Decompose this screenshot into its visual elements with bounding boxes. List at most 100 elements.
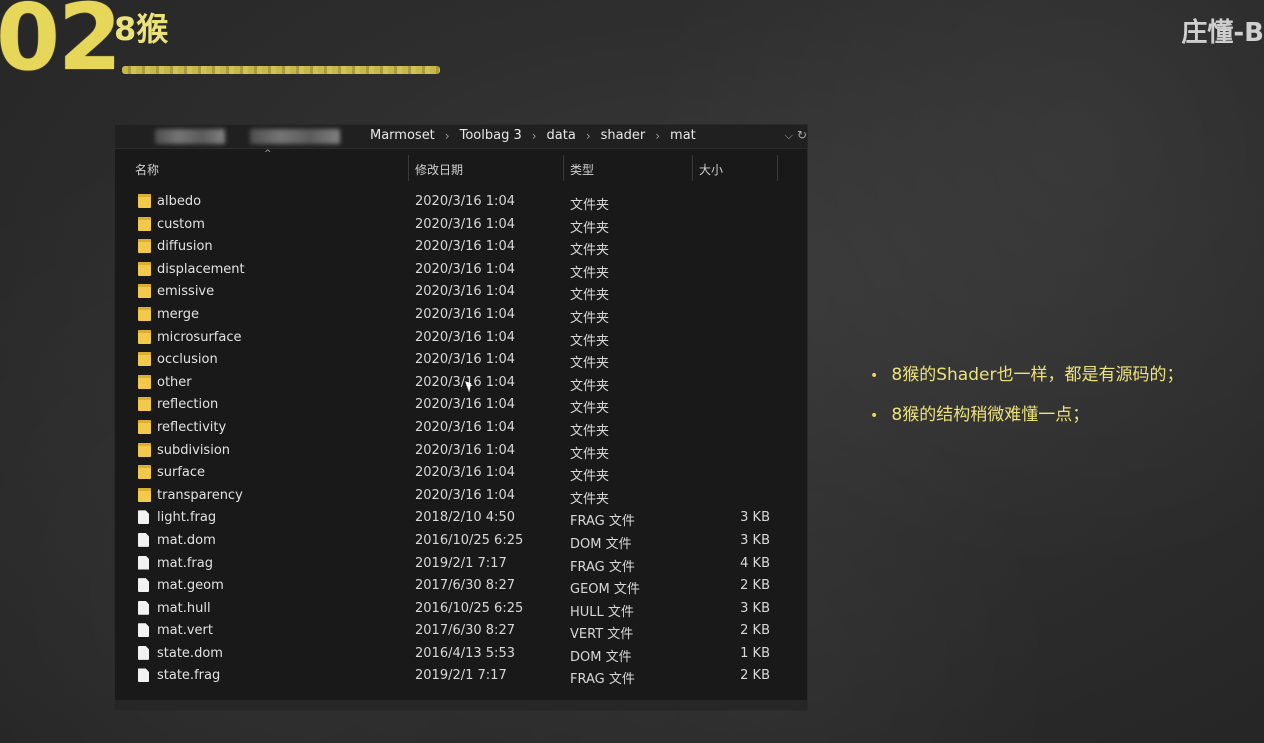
file-type: 文件夹 (570, 423, 610, 439)
file-type: 文件夹 (570, 198, 610, 213)
table-row[interactable]: mat.dom 2016/10/25 6:25 DOM 文件 3 KB (115, 530, 807, 553)
file-size: 2 KB (740, 623, 770, 639)
bullet-list: • 8猴的Shader也一样，都是有源码的； • 8猴的结构稍微难懂一点； (870, 360, 1183, 440)
bullet-item: • 8猴的结构稍微难懂一点； (870, 400, 1183, 440)
address-bar[interactable]: Marmoset › Toolbag 3 › data › shader › m… (115, 125, 807, 149)
folder-icon (138, 306, 151, 321)
table-row[interactable]: custom 2020/3/16 1:04 文件夹 (115, 214, 807, 237)
folder-icon (138, 397, 151, 412)
breadcrumb-mat[interactable]: mat (670, 128, 696, 143)
file-date: 2020/3/16 1:04 (415, 329, 515, 345)
folder-icon (138, 352, 151, 367)
file-icon (138, 578, 149, 593)
file-name: state.dom (157, 645, 223, 661)
file-list: albedo 2020/3/16 1:04 文件夹 custom 2020/3/16 1… (115, 191, 807, 688)
table-row[interactable]: transparency 2020/3/16 1:04 文件夹 (115, 485, 807, 508)
folder-icon (138, 261, 151, 276)
chevron-down-icon[interactable]: ⌵ (785, 129, 793, 143)
table-row[interactable]: state.frag 2019/2/1 7:17 FRAG 文件 2 KB (115, 665, 807, 688)
folder-icon (138, 442, 151, 457)
file-type: 文件夹 (570, 401, 610, 417)
table-row[interactable]: subdivision 2020/3/16 1:04 文件夹 (115, 440, 807, 463)
file-type: 文件夹 (570, 265, 610, 281)
table-row[interactable]: merge 2020/3/16 1:04 文件夹 (115, 304, 807, 327)
table-row[interactable]: mat.geom 2017/6/30 8:27 GEOM 文件 2 KB (115, 575, 807, 598)
chevron-right-icon[interactable]: › (445, 129, 450, 143)
file-date: 2020/3/16 1:04 (415, 284, 515, 300)
chevron-right-icon[interactable]: › (655, 129, 660, 143)
file-name: occlusion (157, 352, 218, 368)
table-row[interactable]: state.dom 2016/4/13 5:53 DOM 文件 1 KB (115, 643, 807, 666)
file-type: 文件夹 (570, 356, 610, 372)
chalk-underline (122, 66, 440, 74)
table-row[interactable]: microsurface 2020/3/16 1:04 文件夹 (115, 327, 807, 350)
file-type: 文件夹 (570, 469, 610, 485)
file-date: 2020/3/16 1:04 (415, 397, 515, 413)
table-row[interactable]: emissive 2020/3/16 1:04 文件夹 (115, 281, 807, 304)
table-row[interactable]: reflection 2020/3/16 1:04 文件夹 (115, 394, 807, 417)
column-divider[interactable] (563, 155, 564, 181)
column-name[interactable]: 名称 (135, 161, 159, 178)
chevron-right-icon[interactable]: › (586, 129, 591, 143)
file-type: 文件夹 (570, 333, 610, 349)
file-icon (138, 600, 149, 615)
column-date[interactable]: 修改日期 (415, 161, 463, 178)
folder-icon (138, 487, 151, 502)
column-divider[interactable] (408, 155, 409, 181)
table-row[interactable]: other 2020/3/16 1:04 文件夹 (115, 372, 807, 395)
file-icon (138, 510, 149, 525)
table-row[interactable]: albedo 2020/3/16 1:04 文件夹 (115, 191, 807, 214)
file-name: mat.vert (157, 623, 213, 639)
table-row[interactable]: displacement 2020/3/16 1:04 文件夹 (115, 259, 807, 282)
column-divider[interactable] (777, 155, 778, 181)
table-row[interactable]: mat.frag 2019/2/1 7:17 FRAG 文件 4 KB (115, 553, 807, 576)
column-type[interactable]: 类型 (570, 161, 594, 178)
breadcrumb-toolbag[interactable]: Toolbag 3 (460, 128, 522, 143)
table-row[interactable]: diffusion 2020/3/16 1:04 文件夹 (115, 236, 807, 259)
refresh-icon[interactable]: ↻ (797, 128, 807, 142)
slide-title: 8猴 (114, 10, 169, 48)
file-name: reflection (157, 397, 219, 413)
column-divider[interactable] (692, 155, 693, 181)
file-date: 2020/3/16 1:04 (415, 239, 515, 255)
file-name: diffusion (157, 239, 213, 255)
bullet-dot-icon: • (870, 368, 879, 384)
file-size: 2 KB (740, 578, 770, 594)
column-size[interactable]: 大小 (699, 161, 723, 178)
author-label: 庄懂-B (1181, 18, 1264, 48)
file-date: 2018/2/10 4:50 (415, 510, 515, 526)
file-date: 2020/3/16 1:04 (415, 442, 515, 458)
table-row[interactable]: occlusion 2020/3/16 1:04 文件夹 (115, 349, 807, 372)
file-type: 文件夹 (570, 288, 610, 304)
file-date: 2020/3/16 1:04 (415, 487, 515, 503)
breadcrumb-shader[interactable]: shader (601, 128, 646, 143)
file-name: surface (157, 465, 206, 481)
file-name: merge (157, 306, 200, 322)
file-icon (138, 555, 149, 570)
file-icon (138, 623, 149, 638)
horizontal-scrollbar[interactable] (115, 700, 807, 710)
table-row[interactable]: light.frag 2018/2/10 4:50 FRAG 文件 3 KB (115, 507, 807, 530)
breadcrumb-marmoset[interactable]: Marmoset (370, 128, 435, 143)
breadcrumb: Marmoset › Toolbag 3 › data › shader › m… (370, 128, 696, 143)
chevron-right-icon[interactable]: › (532, 129, 537, 143)
table-row[interactable]: reflectivity 2020/3/16 1:04 文件夹 (115, 417, 807, 440)
table-row[interactable]: surface 2020/3/16 1:04 文件夹 (115, 462, 807, 485)
folder-icon (138, 465, 151, 480)
file-name: subdivision (157, 442, 231, 458)
file-type: HULL 文件 (570, 604, 634, 620)
breadcrumb-data[interactable]: data (547, 128, 576, 143)
bullet-dot-icon: • (870, 408, 879, 424)
file-size: 1 KB (740, 645, 770, 661)
file-date: 2020/3/16 1:04 (415, 465, 515, 481)
file-type: DOM 文件 (570, 536, 632, 552)
file-name: mat.dom (157, 532, 216, 548)
file-type: DOM 文件 (570, 649, 632, 665)
file-date: 2016/10/25 6:25 (415, 532, 524, 548)
file-date: 2020/3/16 1:04 (415, 419, 515, 435)
table-row[interactable]: mat.hull 2016/10/25 6:25 HULL 文件 3 KB (115, 598, 807, 621)
table-row[interactable]: mat.vert 2017/6/30 8:27 VERT 文件 2 KB (115, 620, 807, 643)
folder-icon (138, 194, 151, 208)
file-size: 2 KB (740, 668, 770, 684)
file-date: 2019/2/1 7:17 (415, 668, 507, 684)
